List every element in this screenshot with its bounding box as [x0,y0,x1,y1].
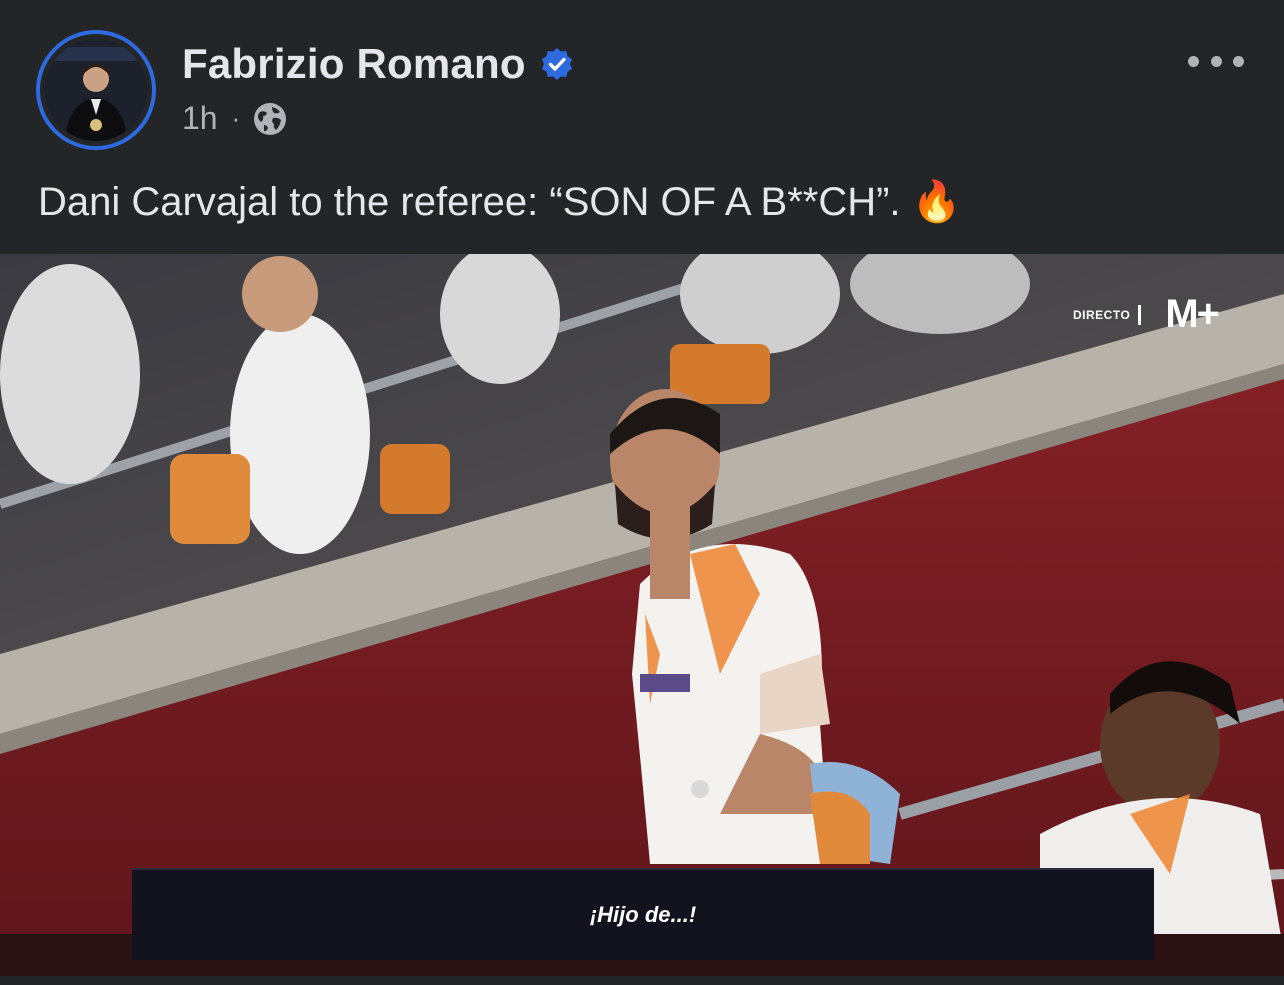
more-options-button[interactable] [1188,46,1244,76]
avatar[interactable] [36,30,156,150]
ellipsis-dot [1233,55,1244,67]
avatar-image [45,39,147,141]
author-name-row: Fabrizio Romano [182,40,574,88]
post-video[interactable]: DIRECTO M+ ¡Hijo de...! [0,254,1284,976]
globe-icon [254,102,287,135]
author-name[interactable]: Fabrizio Romano [182,40,526,88]
ellipsis-dot [1188,55,1199,67]
broadcast-separator [1138,304,1142,325]
video-subtitle: ¡Hijo de...! [132,868,1154,960]
broadcast-brand: M+ [1165,292,1220,336]
person-silhouette-icon [45,39,147,141]
bottom-divider [0,976,1284,985]
ellipsis-dot [1210,55,1222,67]
post-header: Fabrizio Romano 1h · [0,0,1284,160]
post-meta: 1h · [182,100,288,137]
broadcast-logo: DIRECTO M+ [1073,292,1220,337]
post-time[interactable]: 1h [182,100,218,137]
verified-badge-icon [541,48,572,80]
facebook-post: Fabrizio Romano 1h · Dani Carvajal to th… [0,0,1284,985]
post-caption: Dani Carvajal to the referee: “SON OF A … [38,180,962,224]
meta-separator: · [231,103,241,133]
live-label: DIRECTO [1073,307,1131,322]
